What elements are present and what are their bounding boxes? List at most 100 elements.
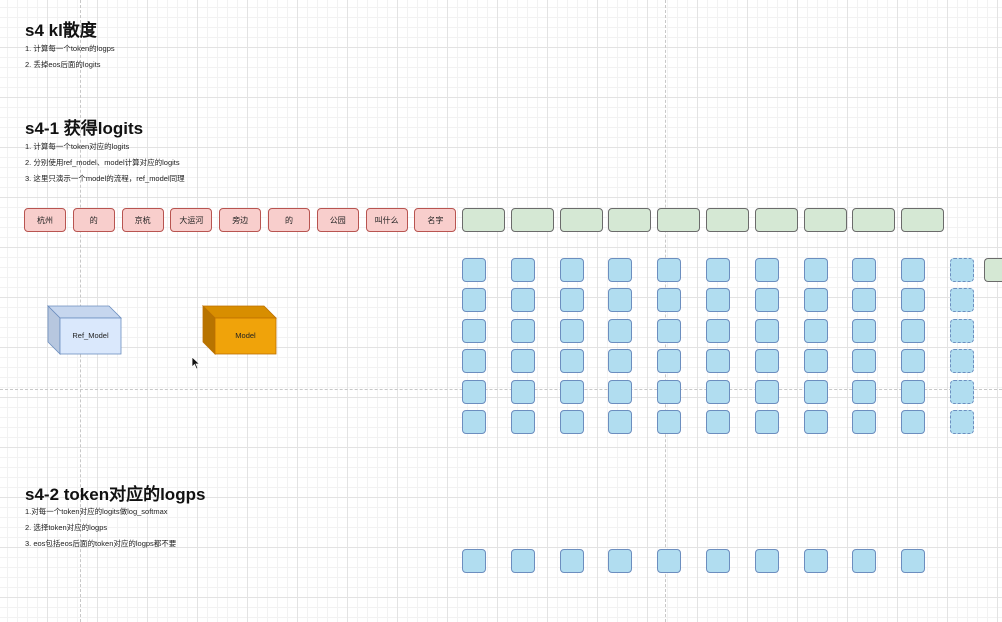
logit-cell[interactable] bbox=[462, 258, 486, 282]
logit-cell[interactable] bbox=[852, 379, 877, 404]
ref-model-block[interactable]: Ref_Model bbox=[47, 305, 123, 355]
generated-token-box[interactable] bbox=[510, 208, 554, 232]
logit-cell[interactable] bbox=[706, 318, 730, 343]
logit-cell[interactable] bbox=[510, 379, 535, 404]
logit-cell-extra[interactable] bbox=[950, 379, 974, 404]
logit-cell[interactable] bbox=[901, 379, 926, 404]
logit-cell[interactable] bbox=[706, 349, 730, 374]
logp-cell[interactable] bbox=[608, 549, 633, 573]
logit-cell[interactable] bbox=[852, 318, 877, 343]
generated-token-box[interactable] bbox=[803, 208, 847, 232]
logit-cell[interactable] bbox=[803, 288, 828, 313]
logit-cell[interactable] bbox=[608, 379, 633, 404]
logit-cell[interactable] bbox=[559, 288, 584, 313]
logp-cell[interactable] bbox=[803, 549, 828, 573]
generated-token-box[interactable] bbox=[608, 208, 652, 232]
logp-cell[interactable] bbox=[754, 549, 779, 573]
token-box[interactable]: 杭州 bbox=[24, 208, 66, 232]
logit-cell[interactable] bbox=[462, 379, 486, 404]
logit-cell[interactable] bbox=[657, 379, 682, 404]
logit-cell[interactable] bbox=[901, 258, 926, 282]
token-box[interactable]: 大运河 bbox=[170, 208, 213, 232]
logit-cell[interactable] bbox=[462, 410, 486, 434]
logit-cell[interactable] bbox=[608, 258, 633, 282]
logit-cell[interactable] bbox=[901, 349, 926, 374]
token-box[interactable]: 的 bbox=[72, 208, 115, 232]
logit-cell[interactable] bbox=[754, 258, 779, 282]
logit-cell[interactable] bbox=[754, 410, 779, 434]
logit-cell[interactable] bbox=[510, 410, 535, 434]
logit-cell[interactable] bbox=[803, 349, 828, 374]
logit-cell[interactable] bbox=[901, 288, 926, 313]
logit-cell-extra[interactable] bbox=[950, 258, 974, 282]
logit-cell-extra[interactable] bbox=[950, 349, 974, 374]
token-box[interactable]: 京杭 bbox=[121, 208, 164, 232]
generated-token-box[interactable] bbox=[901, 208, 945, 232]
step-item: 1. 计算每一个token的logps bbox=[25, 44, 115, 53]
logp-cell[interactable] bbox=[852, 549, 877, 573]
token-box[interactable]: 名字 bbox=[414, 208, 457, 232]
logit-cell[interactable] bbox=[608, 410, 633, 434]
logit-cell[interactable] bbox=[608, 349, 633, 374]
generated-token-box[interactable] bbox=[754, 208, 798, 232]
logit-cell[interactable] bbox=[706, 258, 730, 282]
logit-cell[interactable] bbox=[754, 379, 779, 404]
logit-cell[interactable] bbox=[657, 349, 682, 374]
logp-cell[interactable] bbox=[657, 549, 682, 573]
logp-cell[interactable] bbox=[462, 549, 486, 573]
logit-cell[interactable] bbox=[462, 288, 486, 313]
logit-cell[interactable] bbox=[657, 318, 682, 343]
logp-cell[interactable] bbox=[901, 549, 926, 573]
generated-token-box[interactable] bbox=[657, 208, 701, 232]
token-box[interactable]: 旁边 bbox=[219, 208, 262, 232]
logp-cell[interactable] bbox=[559, 549, 584, 573]
generated-token-box[interactable] bbox=[559, 208, 603, 232]
logit-cell[interactable] bbox=[657, 288, 682, 313]
logit-cell[interactable] bbox=[510, 349, 535, 374]
token-box[interactable]: 公园 bbox=[316, 208, 359, 232]
logit-cell[interactable] bbox=[559, 410, 584, 434]
logit-cell-extra[interactable] bbox=[950, 318, 974, 343]
logp-cell[interactable] bbox=[510, 549, 535, 573]
logit-cell[interactable] bbox=[852, 258, 877, 282]
token-box[interactable]: 的 bbox=[268, 208, 310, 232]
logit-cell[interactable] bbox=[462, 349, 486, 374]
logit-cell-extra[interactable] bbox=[950, 288, 974, 313]
logit-cell[interactable] bbox=[803, 379, 828, 404]
logit-cell[interactable] bbox=[559, 349, 584, 374]
model-block[interactable]: Model bbox=[202, 305, 278, 355]
logit-cell[interactable] bbox=[462, 318, 486, 343]
logit-cell[interactable] bbox=[608, 288, 633, 313]
logit-cell[interactable] bbox=[803, 318, 828, 343]
logit-cell[interactable] bbox=[608, 318, 633, 343]
generated-token-box[interactable] bbox=[462, 208, 505, 232]
logit-cell[interactable] bbox=[510, 258, 535, 282]
logit-cell[interactable] bbox=[852, 288, 877, 313]
logit-cell[interactable] bbox=[559, 379, 584, 404]
logit-cell[interactable] bbox=[803, 410, 828, 434]
logit-cell[interactable] bbox=[754, 318, 779, 343]
logit-cell[interactable] bbox=[510, 318, 535, 343]
logit-cell[interactable] bbox=[901, 410, 926, 434]
logit-cell-extra[interactable] bbox=[950, 410, 974, 434]
logit-cell[interactable] bbox=[901, 318, 926, 343]
logp-cell[interactable] bbox=[706, 549, 730, 573]
logit-cell[interactable] bbox=[754, 349, 779, 374]
generated-token-box-partial[interactable] bbox=[984, 258, 1002, 282]
logit-cell[interactable] bbox=[657, 258, 682, 282]
generated-token-box[interactable] bbox=[706, 208, 749, 232]
logit-cell[interactable] bbox=[852, 410, 877, 434]
generated-token-box[interactable] bbox=[852, 208, 896, 232]
step-item: 2. 丢掉eos后面的logits bbox=[25, 60, 101, 69]
logit-cell[interactable] bbox=[754, 288, 779, 313]
logit-cell[interactable] bbox=[657, 410, 682, 434]
logit-cell[interactable] bbox=[559, 258, 584, 282]
logit-cell[interactable] bbox=[559, 318, 584, 343]
logit-cell[interactable] bbox=[852, 349, 877, 374]
logit-cell[interactable] bbox=[706, 379, 730, 404]
logit-cell[interactable] bbox=[803, 258, 828, 282]
token-box[interactable]: 叫什么 bbox=[365, 208, 408, 232]
logit-cell[interactable] bbox=[706, 410, 730, 434]
logit-cell[interactable] bbox=[706, 288, 730, 313]
logit-cell[interactable] bbox=[510, 288, 535, 313]
